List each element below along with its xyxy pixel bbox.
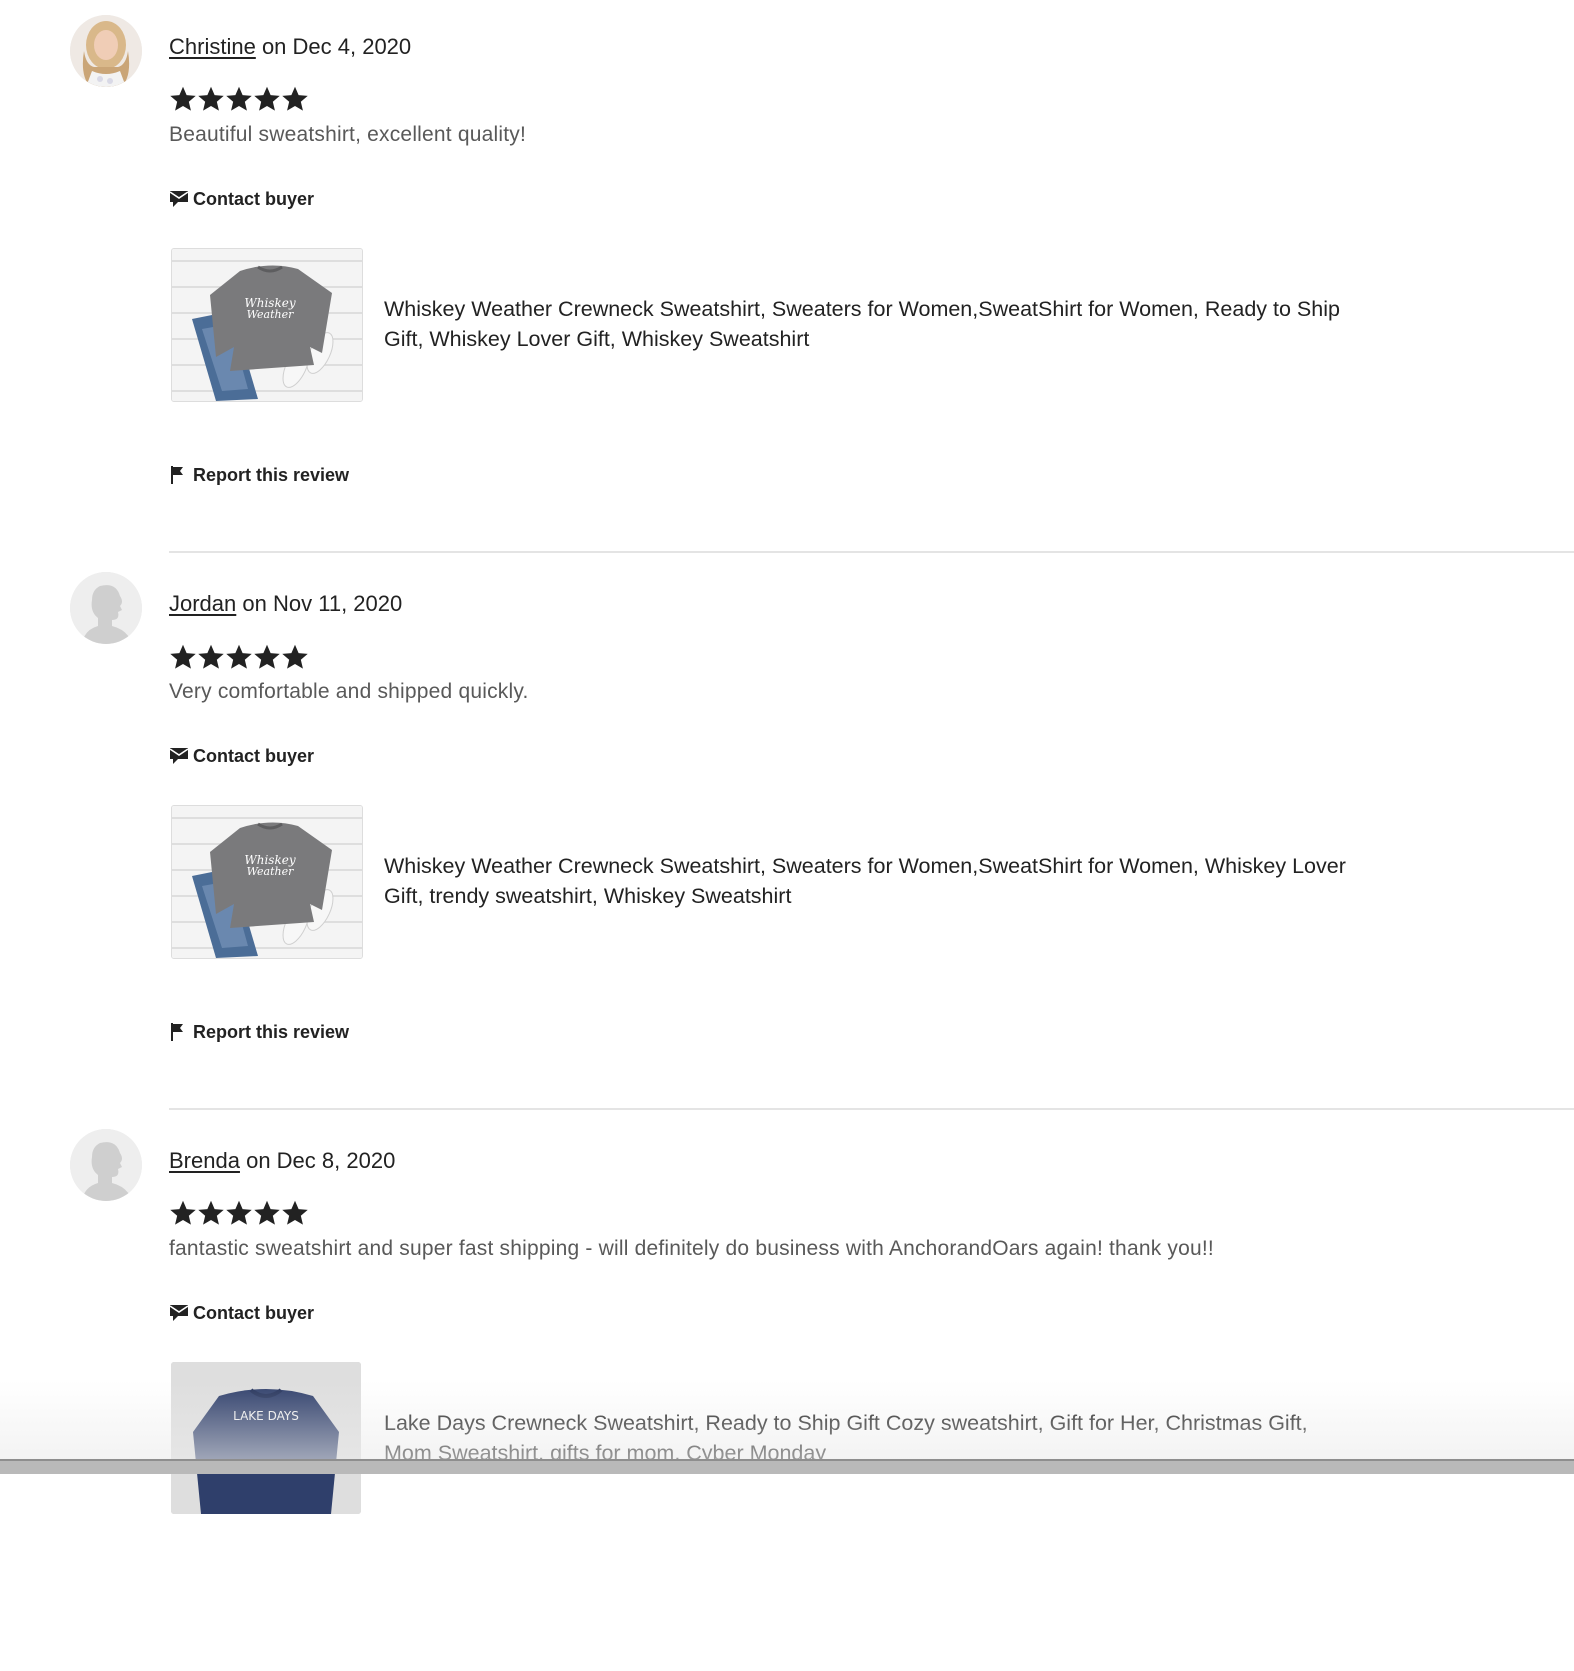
review-header: Christine on Dec 4, 2020: [169, 32, 411, 62]
window-bottom-edge: [0, 1459, 1574, 1474]
star-icon: [170, 1200, 196, 1225]
contact-buyer-button[interactable]: Contact buyer: [169, 1302, 314, 1324]
star-icon: [254, 1200, 280, 1225]
reviewer-name-link[interactable]: Brenda: [169, 1148, 240, 1173]
report-review-label: Report this review: [193, 1021, 350, 1042]
shirt-print-line-2: Weather: [247, 308, 294, 321]
star-icon: [226, 644, 252, 669]
default-avatar-icon: [70, 1129, 142, 1201]
flag-icon: [169, 1021, 191, 1043]
review-text: fantastic sweatshirt and super fast ship…: [169, 1237, 1214, 1260]
report-review-button[interactable]: Report this review: [169, 464, 349, 486]
reviewer-avatar[interactable]: [70, 1129, 142, 1201]
listing-thumbnail[interactable]: Whiskey Weather: [171, 805, 363, 959]
reviewer-avatar[interactable]: [70, 572, 142, 644]
review-item: Brenda on Dec 8, 2020 fantastic sweatshi…: [0, 1114, 1574, 1671]
message-icon: [169, 188, 191, 210]
shirt-print-line-2: Weather: [247, 865, 294, 878]
contact-buyer-label: Contact buyer: [193, 745, 315, 766]
listing-title-link[interactable]: Whiskey Weather Crewneck Sweatshirt, Swe…: [384, 851, 1354, 911]
report-review-button[interactable]: Report this review: [169, 1021, 349, 1043]
review-text: Beautiful sweatshirt, excellent quality!: [169, 123, 527, 146]
review-item: Christine on Dec 4, 2020 Beautiful sweat…: [0, 0, 1574, 557]
contact-buyer-button[interactable]: Contact buyer: [169, 188, 314, 210]
contact-buyer-label: Contact buyer: [193, 1302, 315, 1323]
review-date: on Dec 8, 2020: [246, 1148, 396, 1173]
star-icon: [282, 1200, 308, 1225]
star-icon: [226, 86, 252, 111]
sweatshirt-image: Whiskey Weather: [172, 806, 362, 958]
default-avatar-icon: [70, 572, 142, 644]
star-icon: [198, 644, 224, 669]
reviewer-avatar[interactable]: [70, 15, 142, 87]
message-icon: [169, 1302, 191, 1324]
listing-thumbnail[interactable]: LAKE DAYS: [171, 1362, 361, 1514]
report-review-label: Report this review: [193, 464, 350, 485]
sweatshirt-image: Whiskey Weather: [172, 249, 362, 401]
review-date: on Dec 4, 2020: [261, 34, 412, 59]
listing-title-link[interactable]: Whiskey Weather Crewneck Sweatshirt, Swe…: [384, 294, 1354, 354]
review-text: Very comfortable and shipped quickly.: [169, 680, 529, 703]
star-icon: [198, 86, 224, 111]
review-date: on Nov 11, 2020: [242, 591, 403, 616]
star-icon: [170, 644, 196, 669]
review-header: Jordan on Nov 11, 2020: [169, 589, 402, 619]
reviewer-name-link[interactable]: Jordan: [169, 591, 236, 616]
star-icon: [282, 644, 308, 669]
message-icon: [169, 745, 191, 767]
review-header: Brenda on Dec 8, 2020: [169, 1146, 395, 1176]
contact-buyer-button[interactable]: Contact buyer: [169, 745, 314, 767]
review-divider: [169, 1108, 1574, 1110]
reviewer-name-link[interactable]: Christine: [169, 34, 256, 59]
star-icon: [282, 86, 308, 111]
contact-buyer-label: Contact buyer: [193, 188, 315, 209]
star-rating: [169, 84, 309, 114]
star-icon: [254, 644, 280, 669]
star-icon: [226, 1200, 252, 1225]
flag-icon: [169, 464, 191, 486]
star-icon: [170, 86, 196, 111]
listing-thumbnail[interactable]: Whiskey Weather: [171, 248, 363, 402]
review-divider: [169, 551, 1574, 553]
star-icon: [254, 86, 280, 111]
star-rating: [169, 642, 309, 672]
reviewer-photo: [70, 15, 142, 87]
sweatshirt-image: LAKE DAYS: [171, 1362, 361, 1514]
shirt-print: LAKE DAYS: [233, 1409, 299, 1423]
star-icon: [198, 1200, 224, 1225]
star-rating: [169, 1198, 309, 1228]
review-item: Jordan on Nov 11, 2020 Very comfortable …: [0, 557, 1574, 1114]
